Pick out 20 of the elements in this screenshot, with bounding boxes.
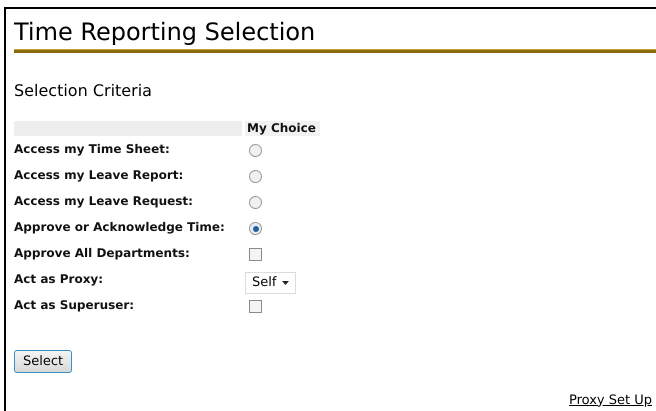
caret-icon	[282, 281, 290, 285]
radio-button[interactable]	[249, 144, 262, 157]
proxy-setup-link[interactable]: Proxy Set Up	[569, 390, 652, 410]
radio-button[interactable]	[249, 170, 262, 183]
select-button[interactable]: Select	[14, 350, 72, 374]
field-label: Access my Time Sheet:	[14, 141, 171, 158]
page-title: Time Reporting Selection	[14, 17, 316, 48]
field-label: Act as Superuser:	[14, 297, 136, 314]
checkbox[interactable]	[249, 248, 262, 261]
proxy-dropdown[interactable]: Self	[245, 272, 296, 294]
field-label: Approve All Departments:	[14, 245, 191, 262]
field-label: Access my Leave Report:	[14, 167, 184, 184]
radio-button[interactable]	[249, 222, 262, 235]
radio-button[interactable]	[249, 196, 262, 209]
header-cell: My Choice	[245, 121, 320, 136]
field-label: Access my Leave Request:	[14, 193, 194, 210]
field-label: Act as Proxy:	[14, 271, 104, 288]
checkbox[interactable]	[249, 300, 262, 313]
field-label: Approve or Acknowledge Time:	[14, 219, 226, 236]
section-heading: Selection Criteria	[14, 80, 153, 102]
